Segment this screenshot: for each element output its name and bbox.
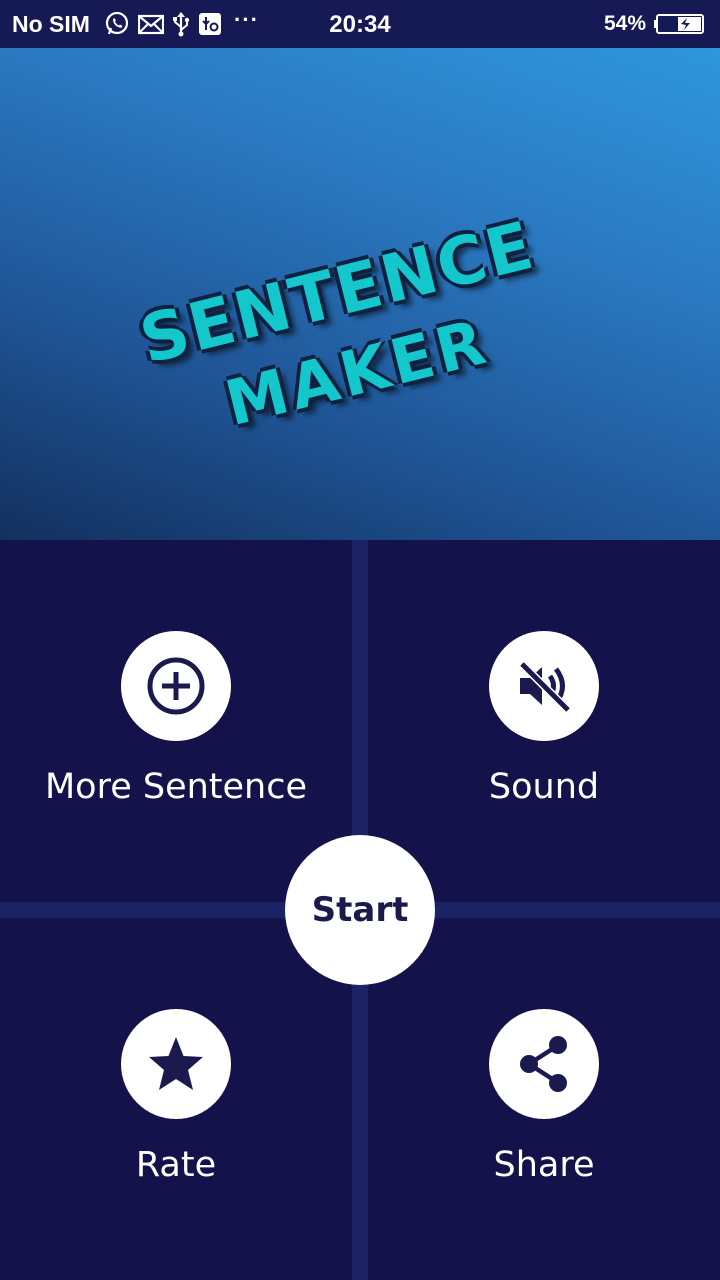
rate-label: Rate bbox=[135, 1145, 217, 1185]
sound-label: Sound bbox=[488, 767, 600, 807]
battery-percent: 54% bbox=[604, 12, 647, 35]
share-label: Share bbox=[493, 1145, 595, 1185]
battery-charging-icon bbox=[654, 14, 704, 34]
more-sentence-tile[interactable]: More Sentence bbox=[0, 540, 352, 902]
rate-button[interactable] bbox=[121, 1009, 231, 1119]
volume-off-icon bbox=[519, 661, 571, 713]
more-sentence-button[interactable] bbox=[121, 631, 231, 741]
sound-tile[interactable]: Sound bbox=[368, 540, 720, 902]
share-button[interactable] bbox=[489, 1009, 599, 1119]
more-sentence-label: More Sentence bbox=[44, 767, 308, 807]
add-circle-icon bbox=[147, 657, 205, 715]
app-logo-title: Sentence Maker bbox=[38, 189, 673, 540]
star-icon bbox=[149, 1037, 203, 1090]
share-icon bbox=[520, 1036, 567, 1092]
header-banner: Sentence Maker bbox=[0, 48, 720, 540]
sound-button[interactable] bbox=[489, 631, 599, 741]
status-bar: No SIM ··· 20:34 54% bbox=[0, 0, 720, 48]
rate-tile[interactable]: Rate bbox=[0, 918, 352, 1280]
share-tile[interactable]: Share bbox=[368, 918, 720, 1280]
start-button[interactable]: Start bbox=[285, 835, 435, 985]
